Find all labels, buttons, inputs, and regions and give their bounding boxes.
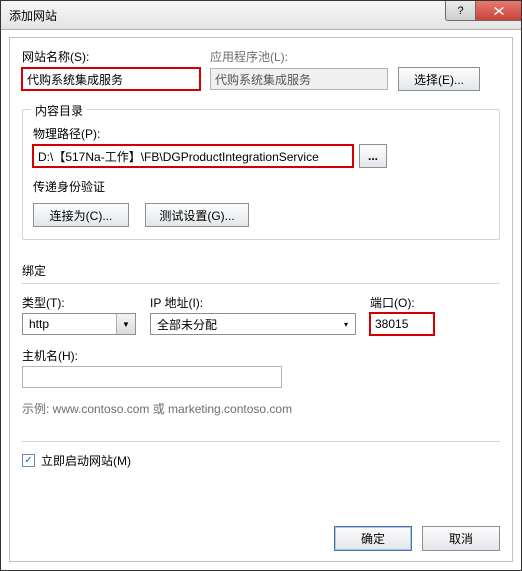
- type-label: 类型(T):: [22, 294, 150, 311]
- top-labels-row: 网站名称(S): 应用程序池(L):: [22, 48, 500, 65]
- site-name-input[interactable]: [22, 68, 200, 90]
- binding-section-label: 绑定: [22, 262, 500, 279]
- top-fields-row: 选择(E)...: [22, 67, 500, 91]
- titlebar: 添加网站 ?: [1, 1, 521, 30]
- browse-path-button[interactable]: ...: [359, 144, 387, 168]
- close-button[interactable]: [475, 1, 521, 21]
- content-directory-legend: 内容目录: [31, 102, 87, 119]
- window-controls: ?: [445, 1, 521, 21]
- binding-fields-row: http ▼ 全部未分配 ▾: [22, 313, 500, 335]
- test-settings-button[interactable]: 测试设置(G)...: [145, 203, 249, 227]
- chevron-down-icon: ▾: [337, 314, 355, 334]
- chevron-down-icon: ▼: [116, 314, 135, 334]
- help-icon: ?: [457, 5, 463, 17]
- port-label: 端口(O):: [370, 294, 415, 311]
- ok-button[interactable]: 确定: [334, 526, 412, 551]
- physical-path-input[interactable]: [33, 145, 353, 167]
- content-directory-group: 内容目录 物理路径(P): ... 传递身份验证 连接为(C)... 测试设置(…: [22, 109, 500, 240]
- passthrough-auth-label: 传递身份验证: [33, 178, 489, 195]
- app-pool-label: 应用程序池(L):: [210, 48, 288, 65]
- app-pool-input: [210, 68, 388, 90]
- close-icon: [494, 7, 504, 15]
- ip-select[interactable]: 全部未分配 ▾: [150, 313, 356, 335]
- cancel-button[interactable]: 取消: [422, 526, 500, 551]
- port-input[interactable]: [370, 313, 434, 335]
- ellipsis-icon: ...: [368, 149, 378, 163]
- path-row: ...: [33, 144, 489, 168]
- start-now-label: 立即启动网站(M): [41, 452, 131, 469]
- ip-label: IP 地址(I):: [150, 294, 370, 311]
- hostname-input[interactable]: [22, 366, 282, 388]
- ip-value: 全部未分配: [157, 316, 217, 333]
- select-app-pool-button[interactable]: 选择(E)...: [398, 67, 480, 91]
- start-now-row[interactable]: ✓ 立即启动网站(M): [22, 452, 500, 469]
- binding-labels-row: 类型(T): IP 地址(I): 端口(O):: [22, 294, 500, 311]
- type-value: http: [29, 317, 49, 331]
- auth-buttons-row: 连接为(C)... 测试设置(G)...: [33, 203, 489, 227]
- start-now-checkbox[interactable]: ✓: [22, 454, 35, 467]
- client-area: 网站名称(S): 应用程序池(L): 选择(E)... 内容目录 物理路径(P)…: [9, 37, 513, 562]
- add-website-dialog: 添加网站 ? 网站名称(S): 应用程序池(L): 选择(E)... 内容目录: [0, 0, 522, 571]
- hostname-example: 示例: www.contoso.com 或 marketing.contoso.…: [22, 400, 500, 417]
- help-button[interactable]: ?: [445, 1, 475, 21]
- window-title: 添加网站: [1, 7, 57, 24]
- site-name-label: 网站名称(S):: [22, 48, 210, 65]
- connect-as-button[interactable]: 连接为(C)...: [33, 203, 129, 227]
- lower-divider: [22, 441, 500, 442]
- check-icon: ✓: [24, 455, 32, 466]
- type-select[interactable]: http ▼: [22, 313, 136, 335]
- physical-path-label: 物理路径(P):: [33, 125, 489, 142]
- binding-divider: [22, 283, 500, 284]
- dialog-footer: 确定 取消: [334, 526, 500, 551]
- hostname-label: 主机名(H):: [22, 347, 500, 364]
